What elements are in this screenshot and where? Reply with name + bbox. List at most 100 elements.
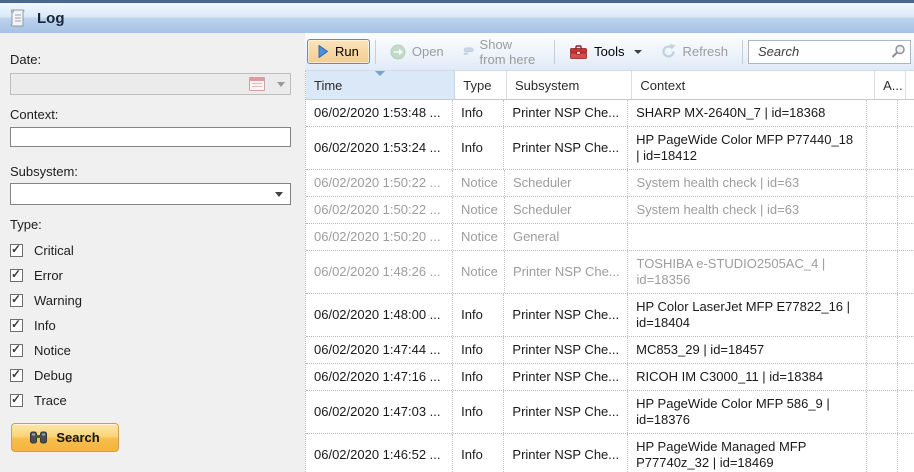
cell-subsystem: Printer NSP Che... (505, 251, 629, 293)
cell-type: Info (453, 364, 504, 390)
cell-type: Info (453, 127, 504, 169)
cell-attachment (867, 251, 898, 293)
cell-context: System health check | id=63 (628, 170, 867, 196)
show-from-here-button[interactable]: Show from here (453, 33, 549, 71)
table-row[interactable]: 06/02/2020 1:53:24 ... Info Printer NSP … (306, 127, 914, 170)
context-input[interactable] (10, 127, 291, 147)
play-icon (318, 45, 328, 58)
type-label: Type: (10, 217, 291, 232)
cell-context: HP PageWide Color MFP P77440_18 | id=184… (628, 127, 867, 169)
cell-context: SHARP MX-2640N_7 | id=18368 (628, 100, 867, 126)
table-row[interactable]: 06/02/2020 1:47:44 ... Info Printer NSP … (306, 337, 914, 364)
refresh-button[interactable]: Refresh (652, 40, 737, 63)
checkbox-icon[interactable] (10, 269, 23, 282)
toolbar: Run Open Show from here (305, 33, 914, 71)
checkbox-icon[interactable] (10, 319, 23, 332)
type-checkbox[interactable]: Notice (10, 338, 291, 363)
open-button-label: Open (412, 44, 444, 59)
search-button[interactable]: Search (11, 423, 119, 452)
cell-subsystem: General (505, 224, 629, 250)
subsystem-dropdown[interactable] (10, 183, 291, 205)
table-row[interactable]: 06/02/2020 1:48:26 ... Notice Printer NS… (306, 251, 914, 294)
checkbox-label: Notice (34, 343, 71, 358)
cell-context: HP PageWide Color MFP 586_9 | id=18376 (628, 391, 867, 433)
type-checkbox[interactable]: Trace (10, 388, 291, 413)
table-row[interactable]: 06/02/2020 1:47:03 ... Info Printer NSP … (306, 391, 914, 434)
cell-subsystem: Printer NSP Che... (504, 127, 628, 169)
cell-subsystem: Scheduler (505, 197, 629, 223)
cell-filler (898, 100, 914, 126)
search-input[interactable] (756, 43, 891, 60)
cell-subsystem: Scheduler (505, 170, 629, 196)
cell-type: Info (453, 391, 504, 433)
table-row[interactable]: 06/02/2020 1:46:52 ... Info Printer NSP … (306, 434, 914, 472)
date-dropdown-arrow-icon[interactable] (277, 82, 285, 87)
type-checkbox[interactable]: Critical (10, 238, 291, 263)
binoculars-icon (30, 431, 47, 444)
checkbox-icon[interactable] (10, 394, 23, 407)
toolbar-separator (554, 40, 555, 64)
cell-time: 06/02/2020 1:53:24 ... (306, 127, 453, 169)
cell-subsystem: Printer NSP Che... (504, 391, 628, 433)
cell-context: System health check | id=63 (628, 197, 867, 223)
cell-filler (898, 197, 914, 223)
column-header-context[interactable]: Context (632, 71, 875, 99)
table-row[interactable]: 06/02/2020 1:50:22 ... Notice Scheduler … (306, 170, 914, 197)
cell-subsystem: Printer NSP Che... (504, 100, 628, 126)
search-button-label: Search (56, 430, 99, 445)
tools-button[interactable]: Tools (560, 40, 652, 63)
table-row[interactable]: 06/02/2020 1:50:20 ... Notice General (306, 224, 914, 251)
type-checkbox[interactable]: Warning (10, 288, 291, 313)
column-header-subsystem[interactable]: Subsystem (507, 71, 632, 99)
cell-filler (898, 294, 914, 336)
cell-type: Info (453, 434, 504, 472)
cell-subsystem: Printer NSP Che... (504, 337, 628, 363)
table-header: Time Type Subsystem Context A... (306, 71, 914, 100)
checkbox-icon[interactable] (10, 369, 23, 382)
column-header-type-label: Type (463, 78, 491, 93)
show-from-here-icon (462, 45, 474, 58)
checkbox-icon[interactable] (10, 244, 23, 257)
column-header-time[interactable]: Time (306, 71, 455, 99)
column-header-a[interactable]: A... (875, 71, 906, 99)
page-title: Log (37, 10, 65, 27)
tools-button-label: Tools (594, 44, 624, 59)
log-icon (9, 9, 26, 28)
type-checkbox[interactable]: Info (10, 313, 291, 338)
cell-time: 06/02/2020 1:47:03 ... (306, 391, 453, 433)
date-input[interactable] (10, 73, 291, 95)
cell-attachment (867, 391, 898, 433)
cell-attachment (867, 294, 898, 336)
cell-time: 06/02/2020 1:48:26 ... (306, 251, 453, 293)
cell-type: Info (453, 294, 504, 336)
checkbox-label: Debug (34, 368, 72, 383)
cell-attachment (867, 100, 898, 126)
column-header-type[interactable]: Type (455, 71, 507, 99)
cell-subsystem: Printer NSP Che... (504, 434, 628, 472)
cell-type: Notice (453, 224, 505, 250)
column-header-a-label: A... (883, 78, 903, 93)
table-row[interactable]: 06/02/2020 1:47:16 ... Info Printer NSP … (306, 364, 914, 391)
table-row[interactable]: 06/02/2020 1:53:48 ... Info Printer NSP … (306, 100, 914, 127)
open-button[interactable]: Open (381, 40, 453, 64)
run-button[interactable]: Run (307, 39, 370, 64)
column-header-context-label: Context (640, 78, 685, 93)
subsystem-label: Subsystem: (10, 164, 291, 179)
checkbox-icon[interactable] (10, 344, 23, 357)
cell-time: 06/02/2020 1:47:44 ... (306, 337, 453, 363)
log-table: Time Type Subsystem Context A... (305, 71, 914, 472)
table-row[interactable]: 06/02/2020 1:50:22 ... Notice Scheduler … (306, 197, 914, 224)
main-pane: Run Open Show from here (305, 33, 914, 472)
calendar-icon (249, 77, 265, 91)
cell-time: 06/02/2020 1:46:52 ... (306, 434, 453, 472)
cell-context: TOSHIBA e-STUDIO2505AC_4 | id=18356 (628, 251, 867, 293)
cell-context: HP PageWide Managed MFP P77740z_32 | id=… (628, 434, 867, 472)
checkbox-label: Error (34, 268, 63, 283)
type-checkbox[interactable]: Debug (10, 363, 291, 388)
cell-context (628, 224, 867, 250)
type-checkbox[interactable]: Error (10, 263, 291, 288)
checkbox-icon[interactable] (10, 294, 23, 307)
toolbar-searchbox (748, 40, 911, 64)
cell-attachment (867, 364, 898, 390)
table-row[interactable]: 06/02/2020 1:48:00 ... Info Printer NSP … (306, 294, 914, 337)
